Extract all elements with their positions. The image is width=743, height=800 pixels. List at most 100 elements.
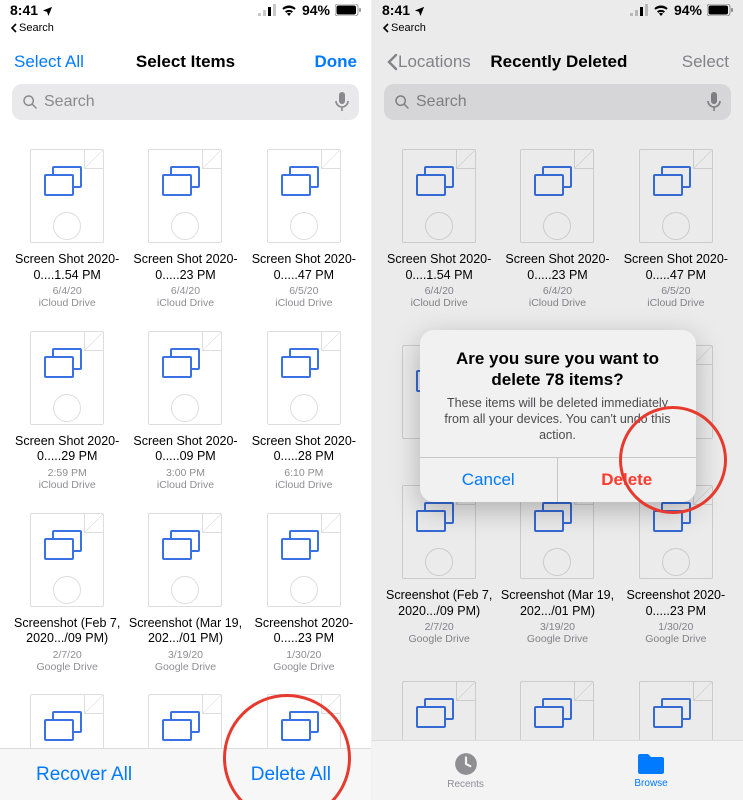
file-source: iCloud Drive <box>275 297 332 309</box>
file-thumbnail <box>398 146 480 246</box>
chevron-left-icon <box>382 23 389 33</box>
file-date: 6/4/20 <box>171 285 200 297</box>
file-thumbnail <box>263 328 345 428</box>
file-date: 3:00 PM <box>166 467 205 479</box>
file-name: Screen Shot 2020-0.....28 PM <box>245 434 363 465</box>
status-bar: 8:41 94% <box>0 0 371 20</box>
file-item[interactable]: Screen Shot 2020-0.....47 PM6/5/20iCloud… <box>245 146 363 310</box>
mic-icon[interactable] <box>335 92 349 112</box>
file-item[interactable]: Screenshot (Feb 7, 2020.../09 PM)2/7/20G… <box>8 510 126 674</box>
status-bar: 8:41 94% <box>372 0 743 20</box>
file-item[interactable]: Screenshot (Feb 7, 2020.../09 PM)2/7/20G… <box>380 482 498 660</box>
file-name: Screen Shot 2020-0.....47 PM <box>617 252 735 283</box>
file-date: 2/7/20 <box>425 621 454 633</box>
file-item[interactable]: Screenshot (Mar 19, 202.../01 PM) 3/19/20… <box>498 482 616 660</box>
status-battery: 94% <box>674 2 702 18</box>
file-source: Google Drive <box>155 661 216 673</box>
file-item[interactable]: Screen Shot 2020-0....1.54 PM 6/4/20iClou… <box>380 146 498 324</box>
search-input[interactable]: Search <box>12 84 359 120</box>
cancel-button[interactable]: Cancel <box>420 458 559 502</box>
folder-icon <box>636 752 666 776</box>
recover-all-button[interactable]: Recover All <box>36 764 132 786</box>
status-battery: 94% <box>302 2 330 18</box>
file-name: Screenshot (Feb 7, 2020.../09 PM) <box>380 588 498 619</box>
file-date: 6/5/20 <box>661 285 690 297</box>
file-source: Google Drive <box>645 633 706 645</box>
wifi-icon <box>653 4 669 16</box>
nav-title: Select Items <box>96 52 275 72</box>
file-item[interactable]: Screenshot (Mar 19, 202.../01 PM) 3/19/20… <box>126 510 244 674</box>
alert-message: These items will be deleted immediately … <box>436 395 680 444</box>
wifi-icon <box>281 4 297 16</box>
file-thumbnail <box>144 510 226 610</box>
back-to-search-label: Search <box>391 22 426 34</box>
screen-select-items: 8:41 94% Search Select All Select Items … <box>0 0 371 800</box>
battery-icon <box>335 4 361 16</box>
file-item[interactable]: Screen Shot 2020-0.....23 PM6/4/20iCloud… <box>498 146 616 324</box>
file-item[interactable]: Screenshot 2020-0.....23 PM1/30/20Google… <box>245 510 363 674</box>
location-arrow-icon <box>414 5 425 16</box>
file-source: Google Drive <box>273 661 334 673</box>
file-item[interactable]: Screen Shot 2020-0.....29 PM2:59 PMiClou… <box>8 328 126 492</box>
locations-back-button[interactable]: Locations <box>386 52 471 72</box>
file-source: Google Drive <box>37 661 98 673</box>
file-date: 1/30/20 <box>658 621 693 633</box>
file-name: Screen Shot 2020-0.....29 PM <box>8 434 126 465</box>
mic-icon[interactable] <box>707 92 721 112</box>
file-source: iCloud Drive <box>647 297 704 309</box>
file-source: iCloud Drive <box>411 297 468 309</box>
file-date: 6/4/20 <box>53 285 82 297</box>
file-thumbnail <box>144 328 226 428</box>
file-thumbnail <box>26 510 108 610</box>
back-to-search[interactable]: Search <box>0 20 371 40</box>
select-button[interactable]: Select <box>647 52 729 72</box>
file-name: Screen Shot 2020-0.....23 PM <box>126 252 244 283</box>
done-button[interactable]: Done <box>275 52 357 72</box>
file-date: 3/19/20 <box>168 649 203 661</box>
file-name: Screen Shot 2020-0.....47 PM <box>245 252 363 283</box>
file-date: 6:10 PM <box>284 467 323 479</box>
file-name: Screenshot (Mar 19, 202.../01 PM) <box>126 616 244 647</box>
screen-recently-deleted: 8:41 94% Search Locations Recently Delet… <box>372 0 743 800</box>
file-thumbnail <box>263 146 345 246</box>
file-item[interactable]: Screen Shot 2020-0.....09 PM3:00 PMiClou… <box>126 328 244 492</box>
select-all-button[interactable]: Select All <box>14 52 96 72</box>
file-thumbnail <box>516 146 598 246</box>
battery-icon <box>707 4 733 16</box>
tab-bar: Recents Browse <box>372 740 743 800</box>
search-placeholder: Search <box>44 93 329 111</box>
file-source: iCloud Drive <box>275 479 332 491</box>
chevron-left-icon <box>386 53 398 71</box>
nav-bar: Select All Select Items Done <box>0 40 371 84</box>
file-name: Screen Shot 2020-0....1.54 PM <box>8 252 126 283</box>
file-thumbnail <box>263 510 345 610</box>
search-placeholder: Search <box>416 93 701 111</box>
signal-icon <box>630 4 648 16</box>
file-name: Screenshot (Mar 19, 202.../01 PM) <box>498 588 616 619</box>
file-name: Screen Shot 2020-0.....23 PM <box>498 252 616 283</box>
file-date: 3/19/20 <box>540 621 575 633</box>
nav-bar: Locations Recently Deleted Select <box>372 40 743 84</box>
file-name: Screenshot 2020-0.....23 PM <box>245 616 363 647</box>
delete-button[interactable]: Delete <box>558 458 696 502</box>
action-bar: Recover All Delete All <box>0 748 371 800</box>
delete-all-button[interactable]: Delete All <box>251 764 331 786</box>
search-icon <box>22 94 38 110</box>
file-item[interactable]: Screen Shot 2020-0....1.54 PM6/4/20iClou… <box>8 146 126 310</box>
files-grid: Screen Shot 2020-0....1.54 PM 6/4/20 iClou… <box>0 130 371 800</box>
file-item[interactable]: Screenshot 2020-0.....23 PM1/30/20Google… <box>617 482 735 660</box>
back-to-search-label: Search <box>19 22 54 34</box>
file-name: Screen Shot 2020-0....1.54 PM <box>380 252 498 283</box>
file-source: iCloud Drive <box>39 479 96 491</box>
search-input[interactable]: Search <box>384 84 731 120</box>
tab-browse[interactable]: Browse <box>634 752 667 789</box>
status-time: 8:41 <box>10 2 38 18</box>
tab-recents[interactable]: Recents <box>447 751 484 790</box>
signal-icon <box>258 4 276 16</box>
back-to-search[interactable]: Search <box>372 20 743 40</box>
file-item[interactable]: Screen Shot 2020-0.....28 PM 6:10 PMiClou… <box>245 328 363 492</box>
file-date: 6/4/20 <box>425 285 454 297</box>
file-thumbnail <box>26 146 108 246</box>
file-item[interactable]: Screen Shot 2020-0.....23 PM6/4/20iCloud… <box>126 146 244 310</box>
file-item[interactable]: Screen Shot 2020-0.....47 PM 6/5/20iCloud… <box>617 146 735 324</box>
